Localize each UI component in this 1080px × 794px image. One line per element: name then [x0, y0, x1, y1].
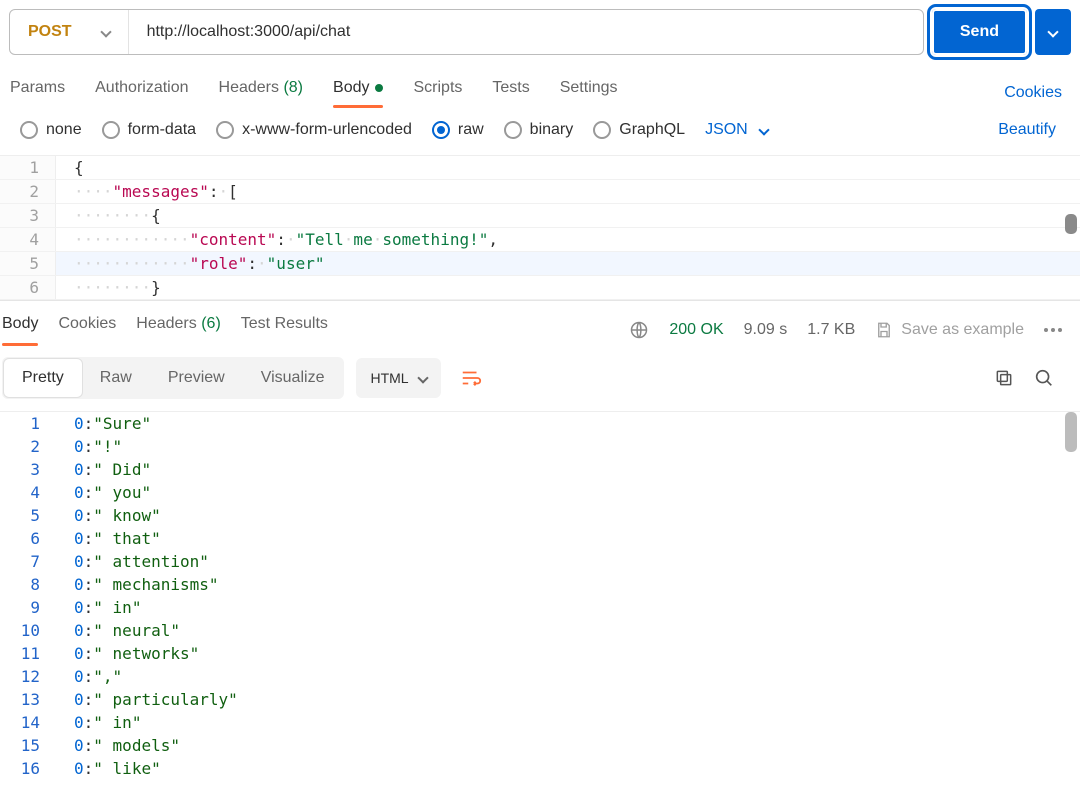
view-visualize[interactable]: Visualize: [243, 359, 343, 397]
editor-line[interactable]: 4············"content":·"Tell·me·somethi…: [0, 228, 1080, 252]
modified-dot-icon: [375, 84, 383, 92]
body-type-row: none form-data x-www-form-urlencoded raw…: [0, 107, 1080, 156]
response-line[interactable]: 90:" in": [0, 596, 1080, 619]
response-line[interactable]: 40:" you": [0, 481, 1080, 504]
chevron-down-icon: [417, 372, 428, 383]
tab-settings[interactable]: Settings: [560, 79, 618, 107]
tab-body[interactable]: Body: [333, 79, 383, 107]
request-body-editor[interactable]: 1{2····"messages":·[3········{4·········…: [0, 156, 1080, 300]
request-tabs: Params Authorization Headers (8) Body Sc…: [0, 61, 1080, 107]
response-line[interactable]: 20:"!": [0, 435, 1080, 458]
method-label: POST: [28, 23, 72, 41]
wrap-lines-button[interactable]: [451, 358, 491, 398]
response-toolbar: Pretty Raw Preview Visualize HTML: [0, 345, 1080, 411]
response-format-select[interactable]: HTML: [356, 358, 440, 398]
more-menu-icon[interactable]: [1044, 328, 1062, 332]
save-as-example-button[interactable]: Save as example: [875, 321, 1024, 339]
response-line[interactable]: 120:",": [0, 665, 1080, 688]
response-size: 1.7 KB: [807, 321, 855, 339]
view-preview[interactable]: Preview: [150, 359, 243, 397]
copy-icon[interactable]: [984, 358, 1024, 398]
send-button[interactable]: Send: [932, 9, 1027, 55]
body-type-raw[interactable]: raw: [432, 121, 484, 139]
body-type-formdata[interactable]: form-data: [102, 121, 196, 139]
editor-line[interactable]: 2····"messages":·[: [0, 180, 1080, 204]
tab-headers[interactable]: Headers (8): [219, 79, 304, 107]
scrollbar[interactable]: [1065, 412, 1077, 452]
response-line[interactable]: 50:" know": [0, 504, 1080, 527]
response-line[interactable]: 70:" attention": [0, 550, 1080, 573]
body-type-none[interactable]: none: [20, 121, 82, 139]
view-pretty[interactable]: Pretty: [4, 359, 82, 397]
chevron-down-icon: [100, 26, 111, 37]
editor-line[interactable]: 6········}: [0, 276, 1080, 300]
response-line[interactable]: 140:" in": [0, 711, 1080, 734]
tab-params[interactable]: Params: [10, 79, 65, 107]
search-icon[interactable]: [1024, 358, 1064, 398]
globe-icon[interactable]: [629, 320, 649, 340]
chevron-down-icon: [758, 124, 769, 135]
response-status: 200 OK: [669, 321, 723, 339]
body-type-urlencoded[interactable]: x-www-form-urlencoded: [216, 121, 412, 139]
response-time: 9.09 s: [744, 321, 788, 339]
body-type-binary[interactable]: binary: [504, 121, 574, 139]
editor-line[interactable]: 1{: [0, 156, 1080, 180]
cookies-link[interactable]: Cookies: [1004, 84, 1070, 102]
url-input[interactable]: [129, 10, 923, 54]
save-icon: [875, 321, 893, 339]
response-line[interactable]: 150:" models": [0, 734, 1080, 757]
body-format-select[interactable]: JSON: [705, 121, 768, 139]
send-dropdown-button[interactable]: [1035, 9, 1071, 55]
urlbar-row: POST Send: [0, 0, 1080, 61]
response-line[interactable]: 100:" neural": [0, 619, 1080, 642]
response-line[interactable]: 160:" like": [0, 757, 1080, 780]
response-line[interactable]: 30:" Did": [0, 458, 1080, 481]
method-select[interactable]: POST: [10, 10, 129, 54]
beautify-button[interactable]: Beautify: [998, 121, 1060, 139]
response-line[interactable]: 60:" that": [0, 527, 1080, 550]
response-line[interactable]: 10:"Sure": [0, 412, 1080, 435]
tab-tests[interactable]: Tests: [492, 79, 529, 107]
response-tabs: Body Cookies Headers (6) Test Results 20…: [0, 300, 1080, 345]
tab-scripts[interactable]: Scripts: [413, 79, 462, 107]
response-line[interactable]: 110:" networks": [0, 642, 1080, 665]
tab-authorization[interactable]: Authorization: [95, 79, 188, 107]
response-view-segmented: Pretty Raw Preview Visualize: [2, 357, 344, 399]
editor-line[interactable]: 3········{: [0, 204, 1080, 228]
response-tab-body[interactable]: Body: [2, 315, 38, 345]
body-type-graphql[interactable]: GraphQL: [593, 121, 685, 139]
response-tab-headers[interactable]: Headers (6): [136, 315, 221, 345]
view-raw[interactable]: Raw: [82, 359, 150, 397]
response-line[interactable]: 80:" mechanisms": [0, 573, 1080, 596]
response-tab-cookies[interactable]: Cookies: [58, 315, 116, 345]
response-body[interactable]: 10:"Sure"20:"!"30:" Did"40:" you"50:" kn…: [0, 411, 1080, 780]
response-tab-testresults[interactable]: Test Results: [241, 315, 328, 345]
editor-line[interactable]: 5············"role":·"user": [0, 252, 1080, 276]
response-line[interactable]: 130:" particularly": [0, 688, 1080, 711]
urlbar-group: POST: [9, 9, 924, 55]
